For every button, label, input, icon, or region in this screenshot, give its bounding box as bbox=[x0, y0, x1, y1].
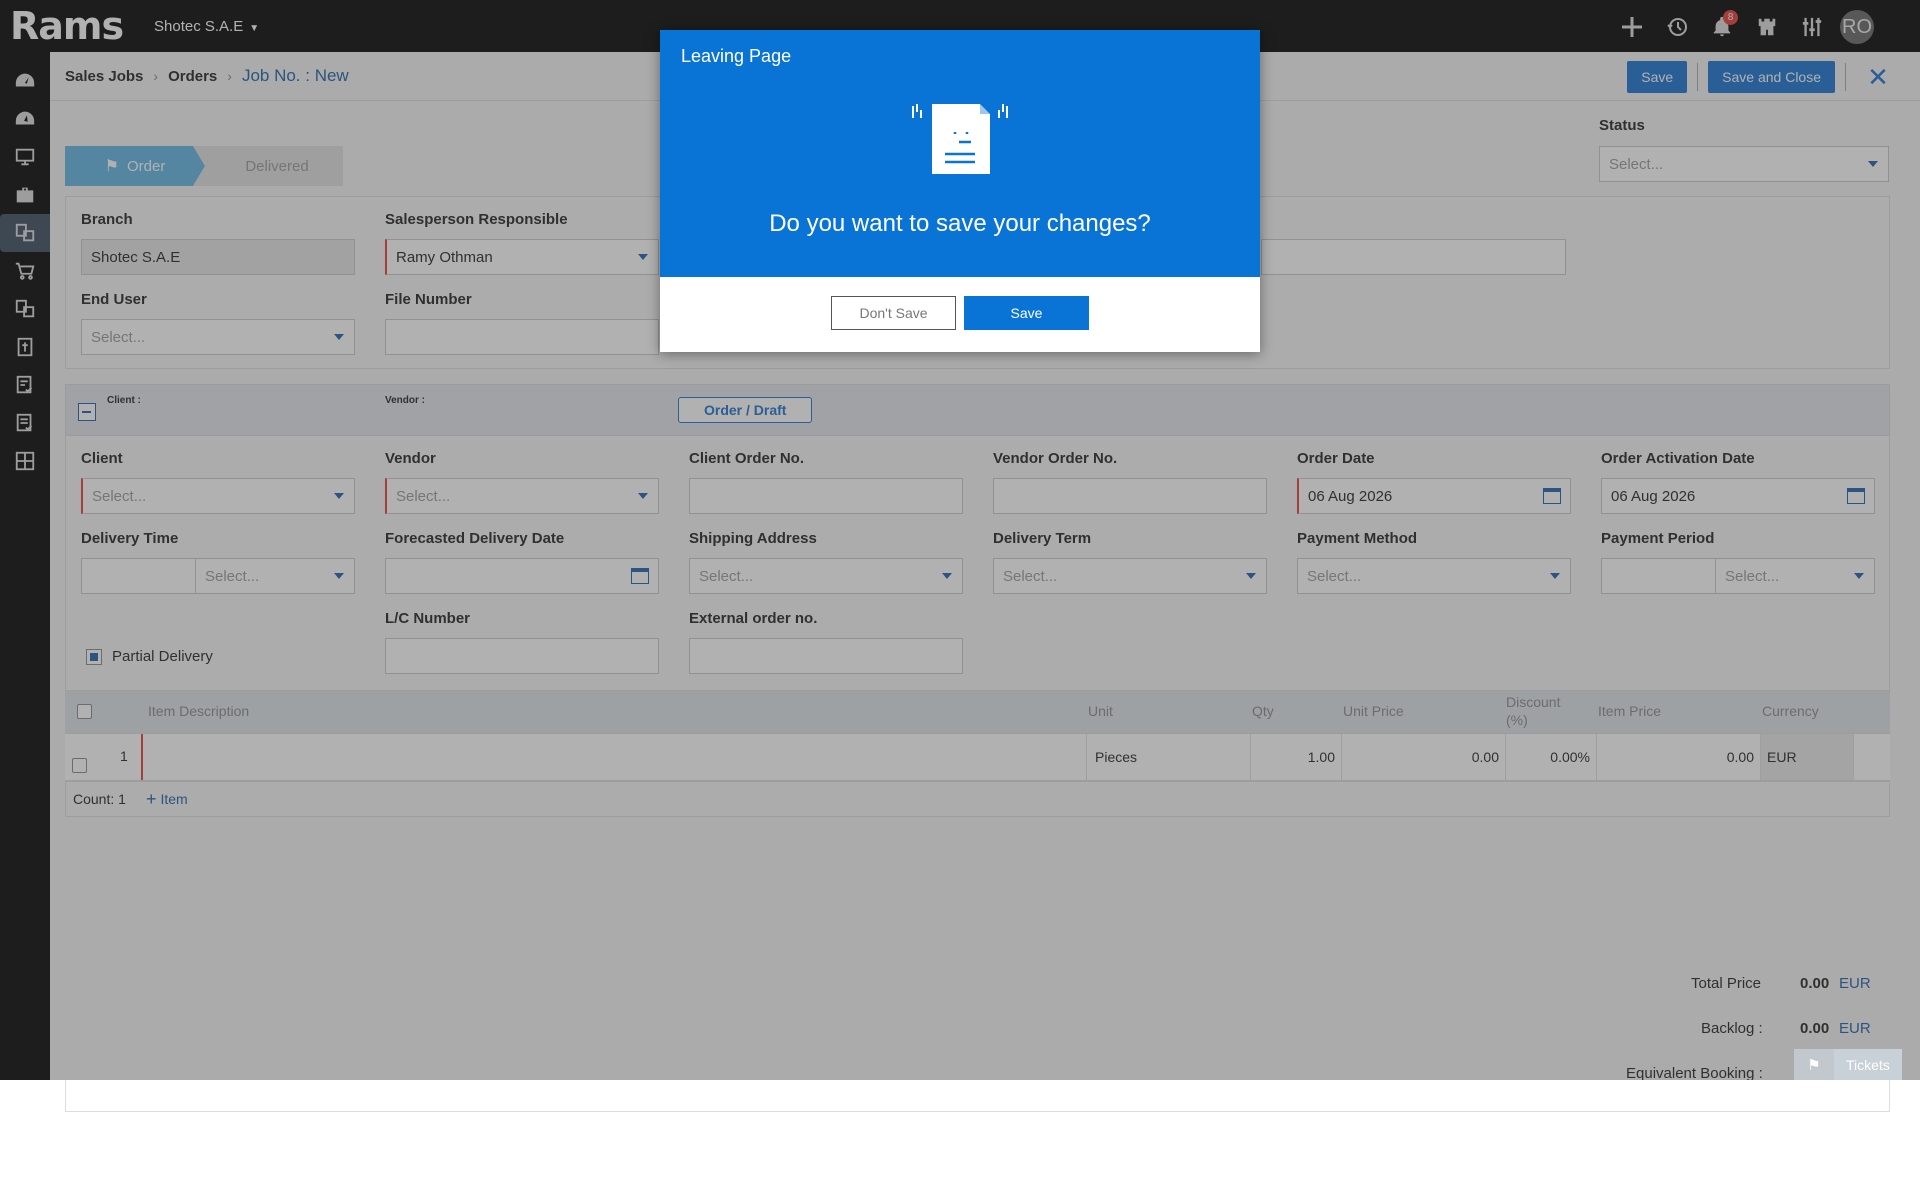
tickets-label: Tickets bbox=[1834, 1049, 1902, 1081]
document-icon bbox=[912, 104, 1008, 174]
dialog-question: Do you want to save your changes? bbox=[769, 210, 1151, 237]
dialog-title: Leaving Page bbox=[681, 46, 792, 66]
tickets-button[interactable]: ⚑ Tickets bbox=[1794, 1049, 1902, 1081]
page-bottom-panel bbox=[65, 1080, 1890, 1112]
dialog-header: Leaving Page Do you want to save your ch… bbox=[660, 30, 1260, 277]
leaving-page-dialog: Leaving Page Do you want to save your ch… bbox=[660, 30, 1260, 352]
page-bottom bbox=[0, 1080, 1920, 1202]
flag-icon: ⚑ bbox=[1794, 1049, 1834, 1081]
dialog-save-button[interactable]: Save bbox=[964, 296, 1089, 330]
dont-save-button[interactable]: Don't Save bbox=[831, 296, 956, 330]
